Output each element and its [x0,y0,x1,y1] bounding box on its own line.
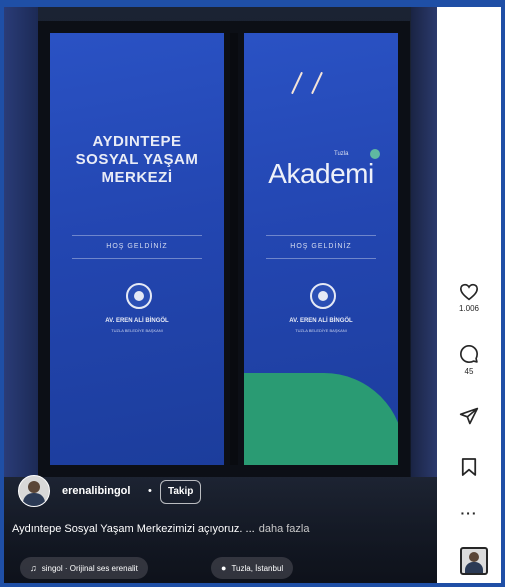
separator: • [148,485,152,497]
municipality-emblem-icon-right [310,283,336,309]
door-pane-left: AYDINTEPE SOSYAL YAŞAM MERKEZİ HOŞ GELDİ… [50,33,224,465]
more-options-button[interactable]: ··· [437,505,501,521]
music-note-icon: ♫ [30,563,37,573]
caption-text: Aydıntepe Sosyal Yaşam Merkezimizi açıyo… [12,523,255,535]
municipality-emblem-icon [126,283,152,309]
like-action[interactable]: 1.006 [437,283,501,313]
username[interactable]: erenalibingol [62,485,130,497]
sign-welcome-right: HOŞ GELDİNİZ [266,235,376,259]
comment-action[interactable]: 45 [437,344,501,376]
sign-subtitle: TUZLA BELEDİYE BAŞKANI [111,328,163,333]
audio-label: singol · Orijinal ses erenalit [41,564,138,573]
heart-icon[interactable] [459,283,479,301]
bookmark-icon[interactable] [461,457,477,477]
sign-name: AV. EREN ALİ BİNGÖL [105,318,169,324]
share-action[interactable] [437,406,501,426]
door-divider [230,33,238,465]
audio-pill[interactable]: ♫ singol · Orijinal ses erenalit [20,557,148,579]
akademi-prefix: Tuzla [334,151,349,157]
follow-button[interactable]: Takip [160,480,202,504]
sign-welcome: HOŞ GELDİNİZ [72,235,202,259]
green-graphic [244,373,398,465]
location-pill[interactable]: ● Tuzla, İstanbul [211,557,294,579]
sparkle-icon [291,71,303,95]
save-action[interactable] [437,457,501,477]
action-rail: 1.006 45 ··· [437,7,501,583]
sign-title: AYDINTEPE SOSYAL YAŞAM MERKEZİ [75,133,199,186]
comment-icon[interactable] [459,344,479,364]
sparkle-icon [311,71,323,95]
comment-count: 45 [464,367,474,376]
sign-subtitle-right: TUZLA BELEDİYE BAŞKANI [295,328,347,333]
door-pane-right: Tuzla Akademi HOŞ GELDİNİZ AV. EREN ALİ … [244,33,398,465]
location-pin-icon: ● [221,563,227,573]
like-count: 1.006 [458,304,480,313]
wall-left [4,7,38,487]
avatar[interactable] [18,475,50,507]
caption[interactable]: Aydıntepe Sosyal Yaşam Merkezimizi açıyo… [12,523,309,535]
share-icon[interactable] [459,406,479,426]
sign-name-right: AV. EREN ALİ BİNGÖL [289,318,353,324]
video-player[interactable]: AYDINTEPE SOSYAL YAŞAM MERKEZİ HOŞ GELDİ… [4,7,437,583]
reel-post: AYDINTEPE SOSYAL YAŞAM MERKEZİ HOŞ GELDİ… [4,7,501,583]
location-label: Tuzla, İstanbul [231,564,284,573]
audio-thumbnail[interactable] [460,547,488,575]
akademi-logo-text: Akademi [268,158,374,189]
wall-right [411,7,437,487]
caption-more-link[interactable]: daha fazla [259,523,310,535]
